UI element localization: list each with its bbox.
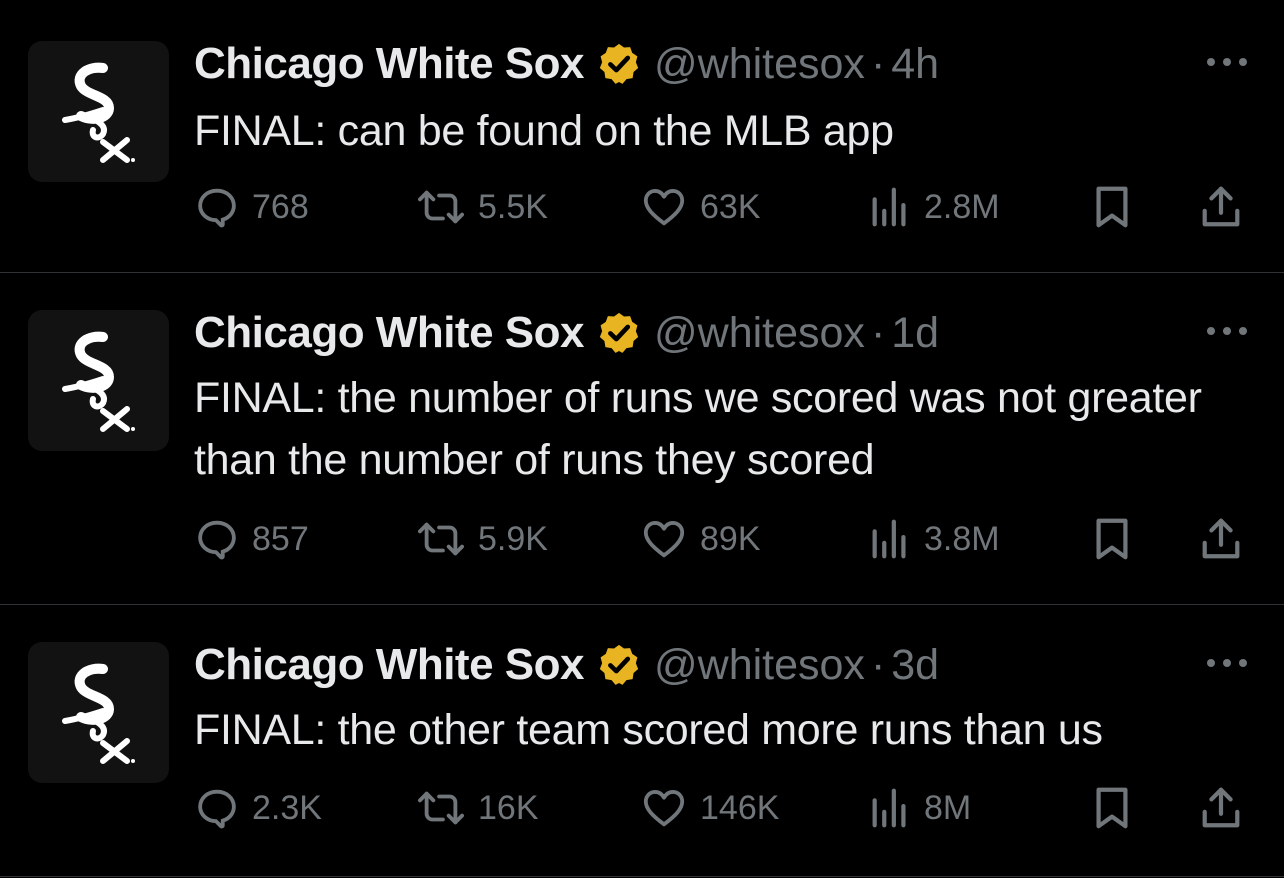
share-button[interactable] xyxy=(1199,783,1255,833)
verified-badge-icon[interactable] xyxy=(596,41,642,87)
tweet-text: FINAL: the number of runs we scored was … xyxy=(194,374,1202,484)
like-count: 63K xyxy=(700,187,761,226)
reply-button[interactable]: 2.3K xyxy=(194,783,322,833)
author-name[interactable]: Chicago White Sox xyxy=(194,308,584,358)
repost-count: 16K xyxy=(478,788,539,827)
white-sox-logo-icon xyxy=(61,62,135,163)
share-icon xyxy=(1202,787,1240,828)
reply-count: 768 xyxy=(252,187,309,226)
tweet[interactable]: Chicago White Sox @whitesox · 1d FINAL: … xyxy=(0,273,1284,605)
bookmark-icon xyxy=(1096,186,1128,228)
more-icon[interactable] xyxy=(1204,653,1250,673)
repost-icon xyxy=(417,190,464,224)
white-sox-logo-icon xyxy=(61,663,135,764)
views-button[interactable]: 3.8M xyxy=(868,514,1000,564)
repost-button[interactable]: 16K xyxy=(416,783,539,833)
share-icon xyxy=(1202,518,1240,559)
share-button[interactable] xyxy=(1199,182,1255,232)
views-count: 2.8M xyxy=(924,187,1000,226)
tweet-timestamp[interactable]: 4h xyxy=(891,40,939,89)
reply-count: 2.3K xyxy=(252,788,322,827)
views-icon xyxy=(872,187,906,227)
views-button[interactable]: 8M xyxy=(868,783,971,833)
verified-badge-icon[interactable] xyxy=(596,642,642,688)
white-sox-logo-icon xyxy=(61,331,135,432)
author-name[interactable]: Chicago White Sox xyxy=(194,640,584,690)
more-icon[interactable] xyxy=(1204,321,1250,341)
bookmark-button[interactable] xyxy=(1092,783,1144,833)
bookmark-icon xyxy=(1096,518,1128,560)
avatar[interactable] xyxy=(28,310,169,451)
repost-button[interactable]: 5.9K xyxy=(416,514,548,564)
separator-dot: · xyxy=(870,640,886,689)
tweet[interactable]: Chicago White Sox @whitesox · 3d FINAL: … xyxy=(0,605,1284,877)
bookmark-button[interactable] xyxy=(1092,514,1144,564)
reply-icon xyxy=(198,789,236,829)
tweet-actions: 2.3K 16K 146K 8M xyxy=(194,783,1254,833)
separator-dot: · xyxy=(870,39,886,88)
tweet-header: Chicago White Sox @whitesox · 4h xyxy=(194,38,939,90)
tweet-timestamp[interactable]: 1d xyxy=(891,309,939,358)
bookmark-button[interactable] xyxy=(1092,182,1144,232)
repost-count: 5.9K xyxy=(478,519,548,558)
share-icon xyxy=(1202,186,1240,227)
views-count: 8M xyxy=(924,788,972,827)
reply-icon xyxy=(198,188,236,228)
avatar[interactable] xyxy=(28,41,169,182)
bookmark-icon xyxy=(1096,787,1128,829)
more-icon[interactable] xyxy=(1204,52,1250,72)
author-handle[interactable]: @whitesox xyxy=(654,40,865,89)
repost-count: 5.5K xyxy=(478,187,548,226)
reply-count: 857 xyxy=(252,519,309,558)
avatar[interactable] xyxy=(28,642,169,783)
repost-button[interactable]: 5.5K xyxy=(416,182,548,232)
timeline-feed: Chicago White Sox @whitesox · 4h FINAL: … xyxy=(0,0,1284,877)
author-name[interactable]: Chicago White Sox xyxy=(194,39,584,89)
like-icon xyxy=(643,188,685,226)
repost-icon xyxy=(417,522,464,556)
tweet-text: FINAL: can be found on the MLB app xyxy=(194,107,894,155)
like-icon xyxy=(643,520,685,558)
like-count: 146K xyxy=(700,788,780,827)
share-button[interactable] xyxy=(1199,514,1255,564)
tweet-actions: 768 5.5K 63K 2.8M xyxy=(194,182,1254,232)
like-icon xyxy=(643,789,685,827)
reply-button[interactable]: 857 xyxy=(194,514,309,564)
author-handle[interactable]: @whitesox xyxy=(654,641,865,690)
tweet-text: FINAL: the other team scored more runs t… xyxy=(194,706,1103,754)
views-icon xyxy=(872,788,906,828)
like-button[interactable]: 146K xyxy=(640,783,779,833)
reply-button[interactable]: 768 xyxy=(194,182,309,232)
author-handle[interactable]: @whitesox xyxy=(654,309,865,358)
like-count: 89K xyxy=(700,519,761,558)
views-icon xyxy=(872,519,906,559)
separator-dot: · xyxy=(870,308,886,357)
tweet-actions: 857 5.9K 89K 3.8M xyxy=(194,514,1254,564)
tweet-timestamp[interactable]: 3d xyxy=(891,641,939,690)
tweet-header: Chicago White Sox @whitesox · 1d xyxy=(194,307,939,359)
reply-icon xyxy=(198,520,236,560)
views-button[interactable]: 2.8M xyxy=(868,182,1000,232)
repost-icon xyxy=(417,791,464,825)
tweet-header: Chicago White Sox @whitesox · 3d xyxy=(194,639,939,691)
like-button[interactable]: 63K xyxy=(640,182,761,232)
tweet[interactable]: Chicago White Sox @whitesox · 4h FINAL: … xyxy=(0,0,1284,273)
verified-badge-icon[interactable] xyxy=(596,310,642,356)
views-count: 3.8M xyxy=(924,519,1000,558)
like-button[interactable]: 89K xyxy=(640,514,761,564)
